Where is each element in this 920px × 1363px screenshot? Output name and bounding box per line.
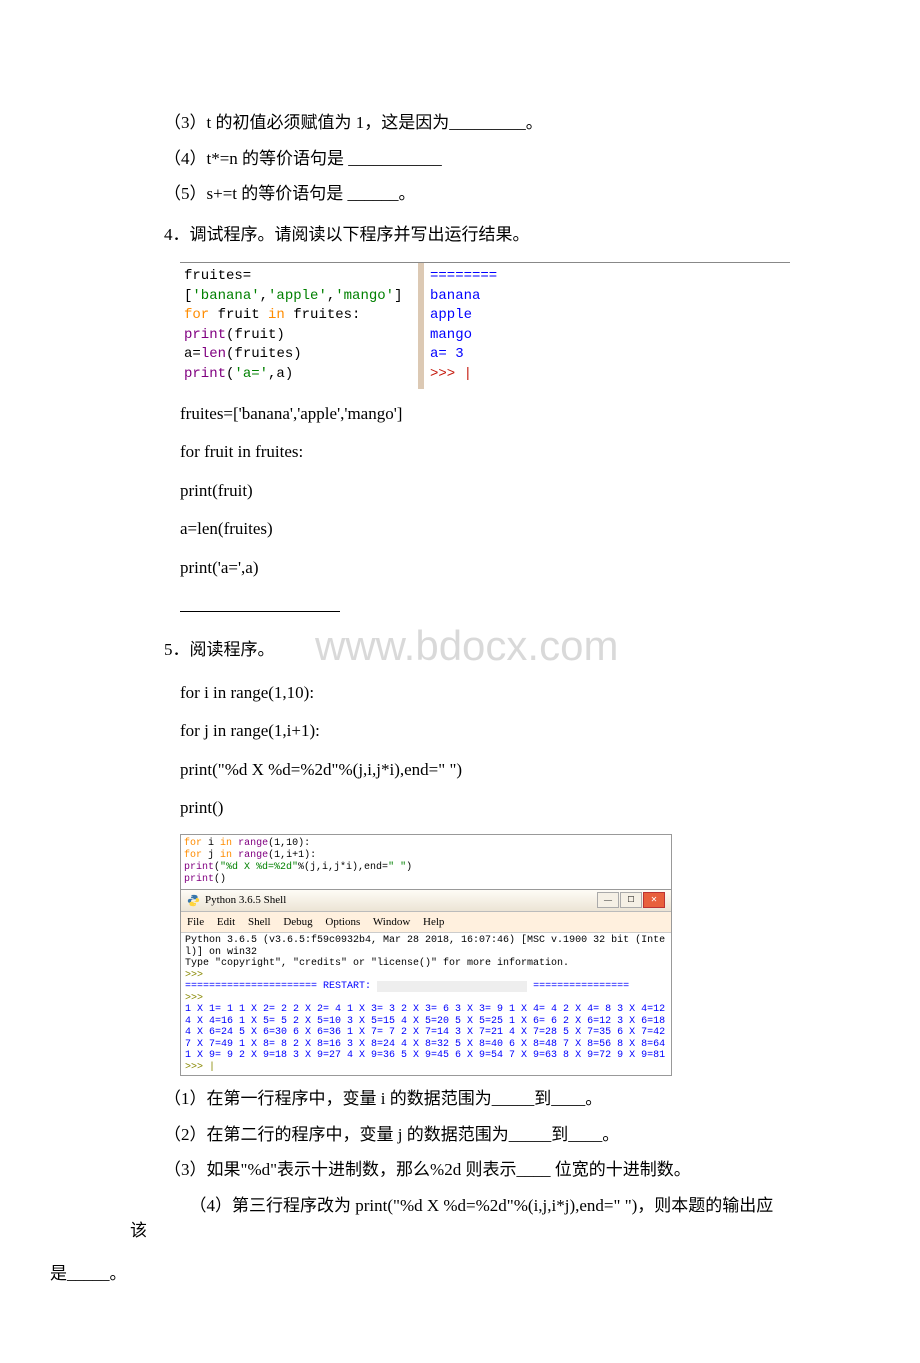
code-text: () [214, 874, 226, 885]
menu-help[interactable]: Help [423, 916, 444, 928]
code-text: ,a) [268, 366, 293, 382]
code-text: %(j,i,j*i),end= [298, 862, 388, 873]
shell-restart: ====================== RESTART: [185, 981, 377, 992]
code-string: 'apple' [268, 288, 327, 304]
shell-prompt: >>> [185, 970, 203, 981]
q5-sub-4a: （4）第三行程序改为 print("%d X %d=%2d"%(i,j,i*j)… [130, 1193, 790, 1244]
output-line: mango [430, 326, 497, 346]
code-builtin: range [238, 850, 268, 861]
q3-line-3: （3）t 的初值必须赋值为 1，这是因为_________。 [130, 110, 790, 136]
code-text: a= [184, 346, 201, 362]
shell-code-top: for i in range(1,10): for j in range(1,i… [181, 835, 671, 890]
code-text: (1,10): [268, 838, 310, 849]
minimize-icon[interactable]: — [597, 892, 619, 908]
shell-banner2: Type "copyright", "credits" or "license(… [185, 958, 569, 969]
shell-output-text: 1 X 1= 1 1 X 2= 2 2 X 2= 4 1 X 3= 3 2 X … [185, 1004, 671, 1061]
q5-title: 5．阅读程序。 [130, 637, 790, 663]
code-builtin: print [184, 327, 226, 343]
plain-code-line: print(fruit) [180, 476, 790, 507]
code-text: fruites: [285, 307, 361, 323]
q5-sub-1: （1）在第一行程序中，变量 i 的数据范围为_____到____。 [130, 1086, 790, 1112]
code-line: for i in range(1,10): [180, 678, 790, 709]
output-prompt: >>> | [430, 365, 497, 385]
q5-sub-4b: 是_____。 [50, 1261, 790, 1287]
watermark-container: 5．阅读程序。 www.bdocx.com [130, 637, 790, 663]
code-keyword: in [268, 307, 285, 323]
shell-prompt-end: >>> | [185, 1062, 215, 1073]
q3-line-5: （5）s+=t 的等价语句是 ______。 [130, 181, 790, 207]
code-builtin: print [184, 366, 226, 382]
q4-code-pane: fruites=['banana','apple','mango'] for f… [180, 263, 424, 389]
q5-shell-figure: for i in range(1,10): for j in range(1,i… [180, 834, 672, 1076]
code-text: ) [406, 862, 412, 873]
code-keyword: for [184, 307, 209, 323]
plain-code-line: print('a=',a) [180, 553, 790, 584]
code-text: (fruit) [226, 327, 285, 343]
code-builtin: len [201, 346, 226, 362]
code-keyword: for [184, 838, 202, 849]
q3-line-4: （4）t*=n 的等价语句是 ___________ [130, 146, 790, 172]
shell-restart-tail: ================ [527, 981, 629, 992]
code-line: for j in range(1,i+1): [180, 716, 790, 747]
plain-code-line: fruites=['banana','apple','mango'] [180, 399, 790, 430]
code-builtin: print [184, 862, 214, 873]
code-text: (fruites) [226, 346, 302, 362]
code-text: j [202, 850, 220, 861]
code-line: print() [180, 793, 790, 824]
code-text: , [327, 288, 335, 304]
python-icon [187, 894, 200, 907]
code-string: 'banana' [192, 288, 259, 304]
plain-code-line: a=len(fruites) [180, 514, 790, 545]
code-string: " " [388, 862, 406, 873]
output-sep: ======== [430, 267, 497, 287]
code-text: (1,i+1): [268, 850, 316, 861]
output-line: banana [430, 287, 497, 307]
code-builtin: range [238, 838, 268, 849]
menu-edit[interactable]: Edit [217, 916, 235, 928]
q4-plain-code: fruites=['banana','apple','mango'] for f… [180, 399, 790, 623]
maximize-icon[interactable]: ☐ [620, 892, 642, 908]
code-string: "%d X %d=%2d" [220, 862, 298, 873]
code-text: fruit [209, 307, 268, 323]
q5-code-block: for i in range(1,10): for j in range(1,i… [180, 678, 790, 824]
q4-output-pane: ======== banana apple mango a= 3 >>> | [424, 263, 503, 389]
code-text: i [202, 838, 220, 849]
code-builtin: print [184, 874, 214, 885]
q5-sub-3: （3）如果"%d"表示十进制数，那么%2d 则表示____ 位宽的十进制数。 [130, 1157, 790, 1183]
plain-code-line: for fruit in fruites: [180, 437, 790, 468]
q4-title: 4．调试程序。请阅读以下程序并写出运行结果。 [130, 222, 790, 248]
code-string: 'mango' [335, 288, 394, 304]
code-text: ] [394, 288, 402, 304]
code-keyword: in [220, 850, 232, 861]
shell-body: Python 3.6.5 (v3.6.5:f59c0932b4, Mar 28 … [181, 933, 671, 1075]
output-line: a= 3 [430, 345, 497, 365]
shell-title-text: Python 3.6.5 Shell [205, 892, 286, 909]
menu-debug[interactable]: Debug [283, 916, 312, 928]
window-controls: — ☐ ✕ [597, 892, 665, 908]
shell-banner: Python 3.6.5 (v3.6.5:f59c0932b4, Mar 28 … [185, 935, 665, 958]
shell-prompt: >>> [185, 993, 203, 1004]
menu-shell[interactable]: Shell [248, 916, 271, 928]
menu-window[interactable]: Window [373, 916, 410, 928]
menu-file[interactable]: File [187, 916, 204, 928]
q4-code-figure: fruites=['banana','apple','mango'] for f… [180, 262, 790, 389]
shell-menu: File Edit Shell Debug Options Window Hel… [181, 912, 671, 934]
code-keyword: for [184, 850, 202, 861]
code-keyword: in [220, 838, 232, 849]
close-icon[interactable]: ✕ [643, 892, 665, 908]
q5-sub-2: （2）在第二行的程序中，变量 j 的数据范围为_____到____。 [130, 1122, 790, 1148]
code-text: , [260, 288, 268, 304]
answer-blank [180, 592, 340, 612]
output-line: apple [430, 306, 497, 326]
code-string: 'a=' [234, 366, 268, 382]
code-line: print("%d X %d=%2d"%(j,i,j*i),end=" ") [180, 755, 790, 786]
shell-titlebar: Python 3.6.5 Shell — ☐ ✕ [181, 890, 671, 912]
menu-options[interactable]: Options [325, 916, 360, 928]
